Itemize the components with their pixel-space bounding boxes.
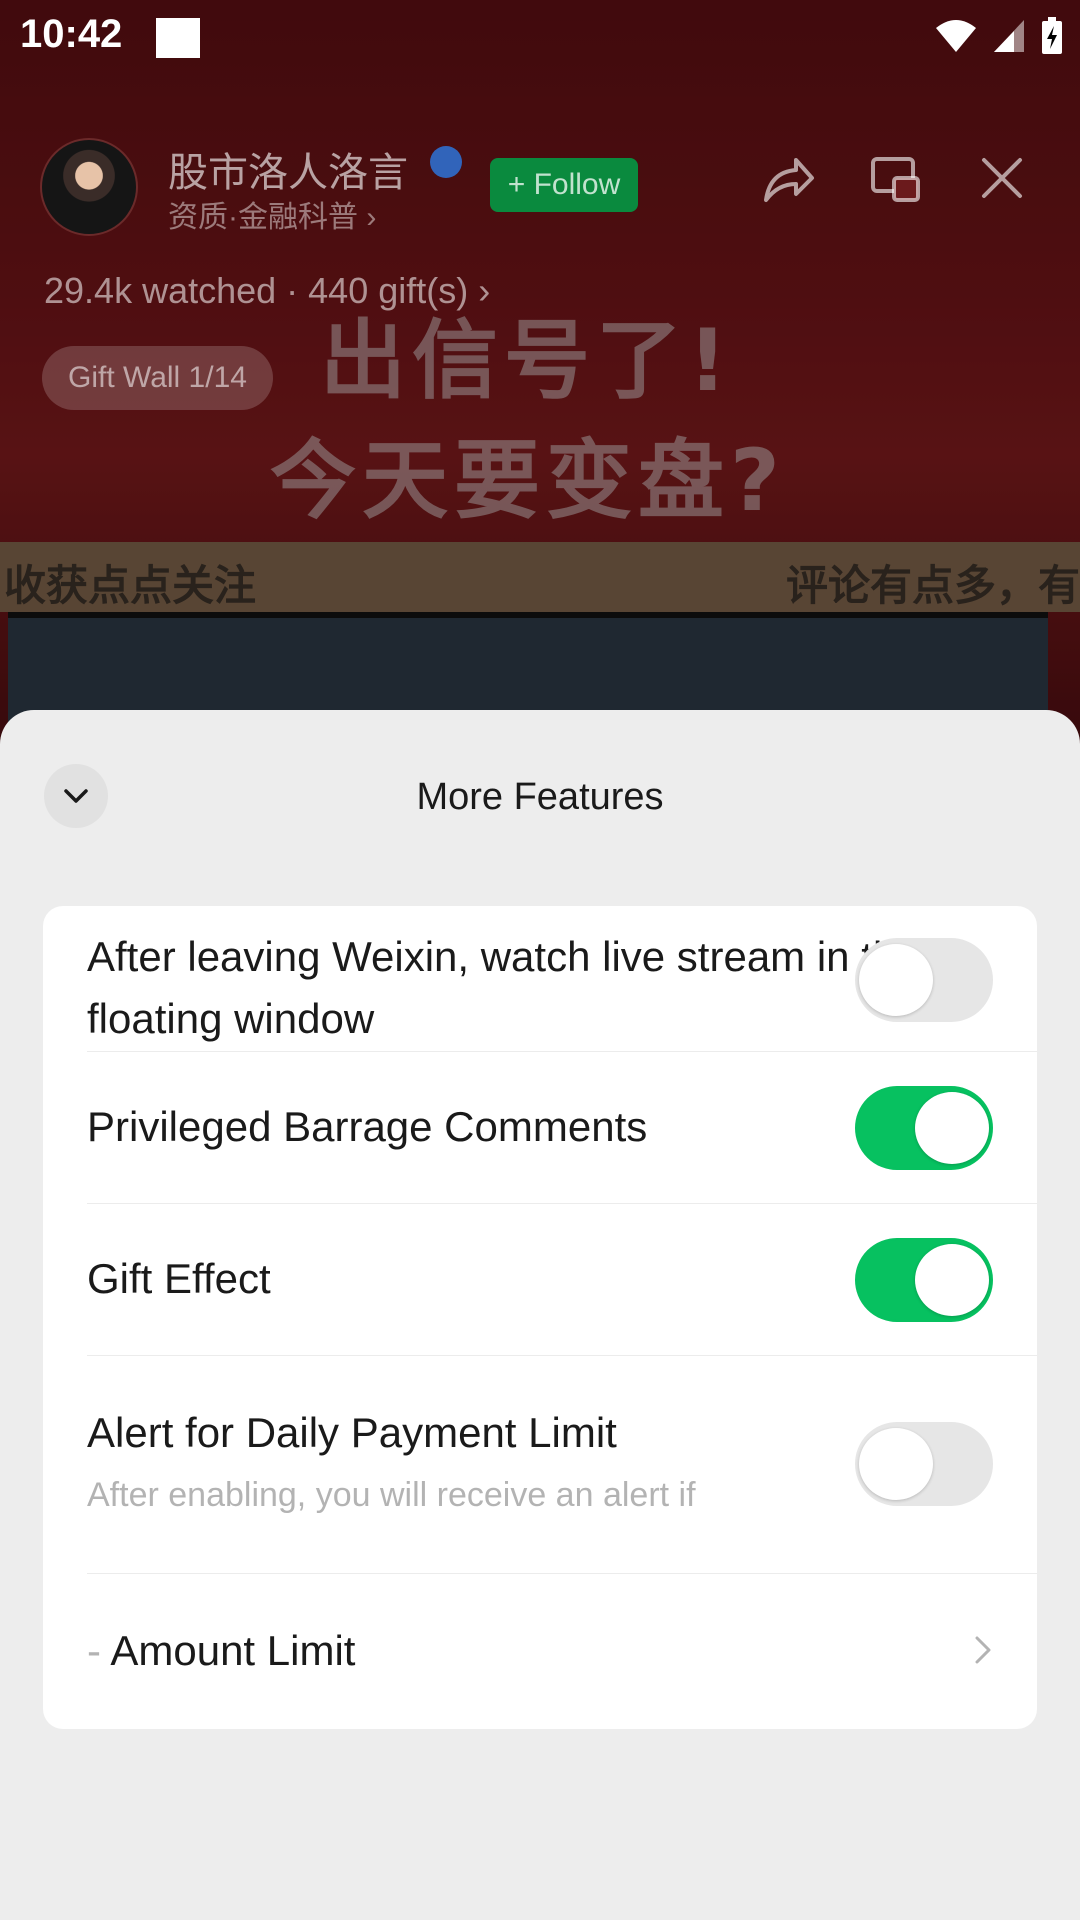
features-card: After leaving Weixin, watch live stream …	[43, 906, 1037, 1729]
payment-alert-toggle[interactable]	[855, 1422, 993, 1506]
notification-icon	[156, 18, 200, 58]
more-features-sheet: More Features After leaving Weixin, watc…	[0, 710, 1080, 1920]
floating-window-toggle[interactable]	[855, 938, 993, 1022]
toggle-knob	[915, 1244, 989, 1316]
setting-row-gift-effect: Gift Effect	[87, 1204, 1037, 1356]
live-stream-background: 出信号了! 今天要变盘? 收获点点关注 评论有点多，有 10:42 股市洛人洛言…	[0, 0, 1080, 760]
setting-label-floating-window: After leaving Weixin, watch live stream …	[87, 933, 920, 1042]
share-icon[interactable]	[760, 154, 816, 206]
setting-row-floating-window: After leaving Weixin, watch live stream …	[87, 906, 1037, 1052]
watched-count[interactable]: 29.4k watched · 440 gift(s) ›	[44, 270, 490, 312]
setting-label-payment-alert: Alert for Daily Payment Limit	[87, 1409, 617, 1456]
signal-icon	[994, 20, 1024, 52]
amount-limit-prefix: -	[87, 1627, 101, 1674]
host-avatar[interactable]	[40, 138, 138, 236]
wifi-icon	[936, 20, 976, 52]
verified-icon	[430, 146, 462, 178]
setting-row-barrage: Privileged Barrage Comments	[87, 1052, 1037, 1204]
amount-limit-text: Amount Limit	[110, 1627, 356, 1674]
toggle-knob	[859, 944, 933, 1016]
setting-label-barrage: Privileged Barrage Comments	[87, 1103, 648, 1150]
gift-effect-toggle[interactable]	[855, 1238, 993, 1322]
host-name[interactable]: 股市洛人洛言	[168, 140, 408, 198]
toggle-knob	[859, 1428, 933, 1500]
status-bar: 10:42	[0, 0, 1080, 76]
setting-label-amount-limit: - Amount Limit	[87, 1620, 355, 1682]
setting-row-payment-alert: Alert for Daily Payment Limit After enab…	[87, 1356, 1037, 1574]
chevron-right-icon	[975, 1636, 991, 1664]
host-certification[interactable]: 资质·金融科普 ›	[168, 192, 376, 236]
follow-button[interactable]: + Follow	[490, 158, 638, 212]
status-icons	[934, 16, 1064, 56]
close-icon[interactable]	[980, 156, 1024, 200]
toggle-knob	[915, 1092, 989, 1164]
status-time: 10:42	[20, 12, 123, 56]
setting-row-amount-limit[interactable]: - Amount Limit	[87, 1574, 1037, 1729]
setting-subtitle-payment-alert: After enabling, you will receive an aler…	[87, 1476, 696, 1514]
floating-window-icon[interactable]	[870, 154, 922, 206]
gift-wall-button[interactable]: Gift Wall 1/14	[42, 346, 273, 410]
sheet-title: More Features	[416, 776, 664, 818]
sheet-header: More Features	[0, 710, 1080, 890]
host-info-bar: 股市洛人洛言 资质·金融科普 › + Follow	[40, 132, 1040, 236]
setting-label-gift-effect: Gift Effect	[87, 1255, 271, 1302]
battery-icon	[1042, 17, 1062, 54]
barrage-toggle[interactable]	[855, 1086, 993, 1170]
